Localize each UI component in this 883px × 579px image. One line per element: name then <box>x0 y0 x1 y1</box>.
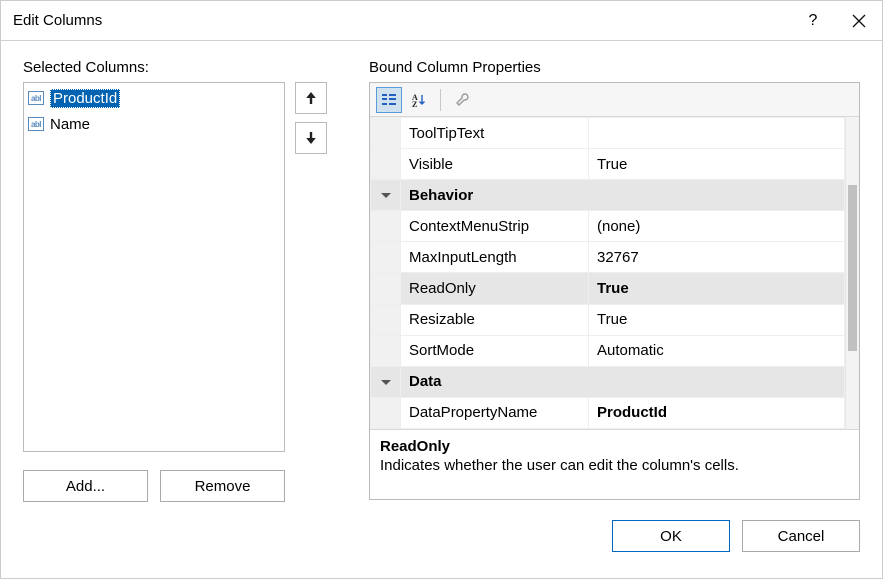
property-value-cell[interactable]: True <box>589 304 845 335</box>
textbox-column-icon: abl <box>28 117 44 131</box>
property-row[interactable]: ReadOnlyTrue <box>371 273 845 304</box>
bound-properties-panel: Bound Column Properties A <box>369 59 860 502</box>
chevron-down-icon <box>381 193 391 198</box>
move-down-button[interactable] <box>295 122 327 154</box>
alphabetical-icon: A Z <box>411 92 427 108</box>
property-value-cell[interactable]: True <box>589 273 845 304</box>
ok-button[interactable]: OK <box>612 520 730 552</box>
property-row[interactable]: ContextMenuStrip(none) <box>371 211 845 242</box>
property-description-title: ReadOnly <box>380 438 849 455</box>
selected-columns-panel: Selected Columns: abl ProductId abl Name <box>23 59 353 502</box>
property-name-cell[interactable]: ReadOnly <box>401 273 589 304</box>
property-gutter-cell <box>371 335 401 366</box>
property-name-cell[interactable]: ContextMenuStrip <box>401 211 589 242</box>
cancel-button[interactable]: Cancel <box>742 520 860 552</box>
list-item-label: Name <box>50 116 90 133</box>
property-description-body: Indicates whether the user can edit the … <box>380 457 849 474</box>
property-gutter-cell <box>371 304 401 335</box>
property-category-row[interactable]: Data <box>371 366 845 397</box>
reorder-buttons <box>295 82 327 452</box>
property-row[interactable]: VisibleTrue <box>371 149 845 180</box>
property-value-cell[interactable]: True <box>589 149 845 180</box>
expand-toggle-cell[interactable] <box>371 366 401 397</box>
property-gutter-cell <box>371 211 401 242</box>
help-button[interactable]: ? <box>790 1 836 41</box>
property-value-cell[interactable]: (none) <box>589 211 845 242</box>
property-value-cell[interactable]: 32767 <box>589 242 845 273</box>
categorized-view-button[interactable] <box>376 87 402 113</box>
property-value-cell[interactable]: Automatic <box>589 335 845 366</box>
dialog-buttons: OK Cancel <box>1 510 882 552</box>
expand-toggle-cell[interactable] <box>371 180 401 211</box>
selected-columns-listbox[interactable]: abl ProductId abl Name <box>23 82 285 452</box>
property-row[interactable]: SortModeAutomatic <box>371 335 845 366</box>
window-title: Edit Columns <box>13 12 790 29</box>
property-value-cell[interactable] <box>589 118 845 149</box>
property-name-cell[interactable]: ToolTipText <box>401 118 589 149</box>
move-up-button[interactable] <box>295 82 327 114</box>
property-name-cell[interactable]: DataPropertyName <box>401 397 589 428</box>
property-pages-button[interactable] <box>449 87 475 113</box>
alphabetical-view-button[interactable]: A Z <box>406 87 432 113</box>
property-grid-container: A Z ToolTipTextVisibleTrueBehaviorContex… <box>369 82 860 500</box>
toolbar-divider <box>440 89 441 111</box>
property-category-row[interactable]: Behavior <box>371 180 845 211</box>
property-name-cell[interactable]: MaxInputLength <box>401 242 589 273</box>
property-gutter-cell <box>371 149 401 180</box>
remove-button[interactable]: Remove <box>160 470 285 502</box>
property-row[interactable]: ToolTipText <box>371 118 845 149</box>
bound-properties-label: Bound Column Properties <box>369 59 860 76</box>
property-row[interactable]: DataPropertyNameProductId <box>371 397 845 428</box>
property-gutter-cell <box>371 397 401 428</box>
list-item[interactable]: abl Name <box>24 111 284 137</box>
property-value-cell[interactable]: ProductId <box>589 397 845 428</box>
add-button[interactable]: Add... <box>23 470 148 502</box>
arrow-up-icon <box>305 92 317 104</box>
property-description-panel: ReadOnly Indicates whether the user can … <box>370 429 859 499</box>
property-gutter-cell <box>371 118 401 149</box>
close-icon <box>852 14 866 28</box>
property-grid[interactable]: ToolTipTextVisibleTrueBehaviorContextMen… <box>370 117 845 429</box>
close-button[interactable] <box>836 1 882 41</box>
property-gutter-cell <box>371 242 401 273</box>
wrench-icon <box>454 92 470 108</box>
property-name-cell[interactable]: SortMode <box>401 335 589 366</box>
property-grid-toolbar: A Z <box>370 83 859 117</box>
property-category-label: Behavior <box>401 180 845 211</box>
property-name-cell[interactable]: Visible <box>401 149 589 180</box>
list-item[interactable]: abl ProductId <box>24 85 284 111</box>
list-item-label: ProductId <box>50 89 120 108</box>
property-category-label: Data <box>401 366 845 397</box>
selected-columns-label: Selected Columns: <box>23 59 353 76</box>
textbox-column-icon: abl <box>28 91 44 105</box>
property-row[interactable]: MaxInputLength32767 <box>371 242 845 273</box>
property-gutter-cell <box>371 273 401 304</box>
scrollbar-thumb[interactable] <box>848 185 857 351</box>
property-name-cell[interactable]: Resizable <box>401 304 589 335</box>
chevron-down-icon <box>381 380 391 385</box>
categorized-icon <box>381 92 397 108</box>
property-grid-scrollbar[interactable] <box>845 117 859 429</box>
svg-text:Z: Z <box>412 100 417 108</box>
arrow-down-icon <box>305 132 317 144</box>
property-row[interactable]: ResizableTrue <box>371 304 845 335</box>
title-bar: Edit Columns ? <box>1 1 882 41</box>
dialog-content: Selected Columns: abl ProductId abl Name <box>1 41 882 510</box>
